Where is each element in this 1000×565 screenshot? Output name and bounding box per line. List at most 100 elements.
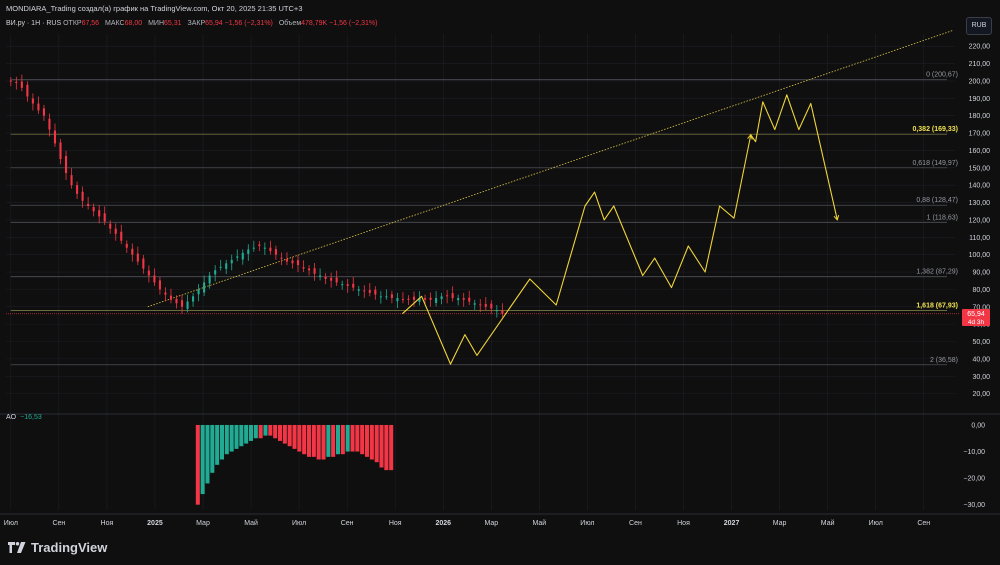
candle-body — [440, 296, 443, 300]
grid-lines — [0, 34, 1000, 515]
time-tick-label: Мар — [773, 520, 787, 527]
fib-level-label: 0,382 (169,33) — [912, 126, 958, 133]
low-label: МИН — [148, 20, 165, 27]
candle-body — [197, 289, 200, 295]
ao-tick-label: −10,00 — [963, 449, 985, 456]
ao-bar — [258, 424, 263, 439]
volume-label: Объем — [278, 20, 302, 27]
chart-canvas[interactable]: 0 (200,67) 0,382 (169,33) 0,618 (149,97) 0,… — [0, 0, 1000, 535]
ao-bar — [263, 424, 268, 436]
candle-body — [291, 260, 294, 264]
open-value: 67,56 — [81, 20, 100, 27]
candle-body — [64, 155, 68, 173]
candle-body — [31, 98, 34, 104]
ao-bar — [365, 424, 370, 457]
ao-bar — [350, 424, 355, 452]
candle-body — [142, 258, 145, 269]
ao-bar — [360, 424, 365, 455]
fib-level-label: 0,88 (128,47) — [916, 197, 958, 204]
ao-histogram — [195, 424, 394, 505]
candle-body — [501, 310, 504, 314]
chart-title: MONDIARA_Trading создал(а) график на Tra… — [6, 4, 303, 13]
candle-body — [490, 303, 493, 309]
ao-value: −16,53 — [20, 414, 42, 421]
ao-bar — [292, 424, 297, 449]
ao-bar — [316, 424, 321, 460]
projection-path[interactable] — [402, 94, 840, 365]
candle-body — [153, 275, 156, 283]
ao-bar — [389, 424, 394, 471]
symbol-name[interactable]: ВИ.ру · 1Н · RUS — [6, 20, 61, 27]
ao-name: AO — [6, 414, 17, 421]
candle-body — [368, 290, 371, 293]
chart-header: MONDIARA_Trading создал(а) график на Tra… — [0, 0, 1000, 35]
time-axis[interactable]: Июл Сен Ноя 2025 Мар Май Июл Сен Ноя 2026 Мар Май Ию… — [4, 519, 931, 527]
candle-body — [352, 283, 355, 288]
time-tick-label: Июл — [869, 520, 883, 527]
price-axis[interactable]: 220,00 210,00 200,00 190,00 180,00 170,00 160,… — [969, 44, 991, 398]
candle-body — [37, 103, 40, 111]
candle-body — [390, 294, 393, 299]
candle-body — [252, 247, 255, 249]
currency-button[interactable]: RUB — [966, 17, 992, 35]
ao-bar — [302, 424, 307, 455]
price-tag-countdown: 4d 3h — [968, 319, 985, 326]
candle-body — [42, 108, 45, 116]
candle-body — [59, 142, 62, 160]
candle-body — [9, 80, 12, 82]
candle-body — [396, 298, 399, 302]
candle-body — [468, 297, 471, 302]
candle-body — [313, 268, 316, 274]
candle-body — [457, 298, 460, 301]
ao-axis[interactable]: 0,00 −10,00 −20,00 −30,00 — [963, 422, 985, 509]
time-tick-label: Ноя — [677, 520, 690, 527]
time-tick-label: Июл — [292, 520, 306, 527]
current-price-tag: 65,94 4d 3h — [962, 309, 990, 326]
ao-tick-label: −20,00 — [963, 476, 985, 483]
price-tick-label: 50,00 — [972, 339, 990, 346]
ao-bar — [273, 424, 278, 439]
candle-body — [247, 249, 250, 254]
projection-line — [402, 94, 838, 365]
candle-body — [269, 247, 272, 252]
candle-body — [208, 275, 211, 284]
tradingview-brand: TradingView — [31, 540, 108, 555]
close-label: ЗАКР — [187, 20, 206, 27]
price-tick-label: 190,00 — [969, 96, 991, 103]
ao-legend[interactable]: AO −16,53 — [6, 414, 42, 421]
ao-bar — [234, 424, 239, 449]
candle-body — [98, 210, 101, 217]
candle-body — [87, 203, 90, 206]
candle-body — [169, 295, 173, 300]
candle-body — [341, 284, 344, 286]
close-value: 65,94 −1,56 (−2,31%) — [205, 20, 273, 27]
ao-bar — [253, 424, 258, 439]
ao-bar — [355, 424, 360, 452]
ao-bar — [287, 424, 292, 447]
candle-body — [263, 247, 266, 249]
candle-body — [473, 303, 476, 305]
time-tick-label: 2027 — [724, 520, 740, 527]
ao-bar — [195, 424, 200, 505]
time-tick-label: Сен — [52, 520, 65, 527]
candle-body — [446, 295, 449, 297]
candle-body — [363, 290, 366, 292]
ao-bar — [340, 424, 345, 455]
time-tick-label: Ноя — [101, 520, 114, 527]
ao-bar — [369, 424, 374, 460]
candle-body — [319, 275, 322, 277]
ao-bar — [282, 424, 287, 444]
candles — [9, 74, 504, 318]
candle-body — [407, 298, 410, 300]
candle-body — [92, 207, 95, 212]
candle-body — [495, 310, 498, 312]
candle-body — [324, 276, 327, 279]
time-tick-label: Май — [533, 519, 547, 527]
footer: TradingView — [0, 535, 1000, 565]
ao-bar — [239, 424, 244, 447]
price-tick-label: 20,00 — [972, 391, 990, 398]
tradingview-logo[interactable]: TradingView — [8, 540, 107, 555]
price-tick-label: 160,00 — [969, 148, 991, 155]
trendline[interactable] — [147, 30, 953, 308]
candle-body — [131, 248, 134, 255]
